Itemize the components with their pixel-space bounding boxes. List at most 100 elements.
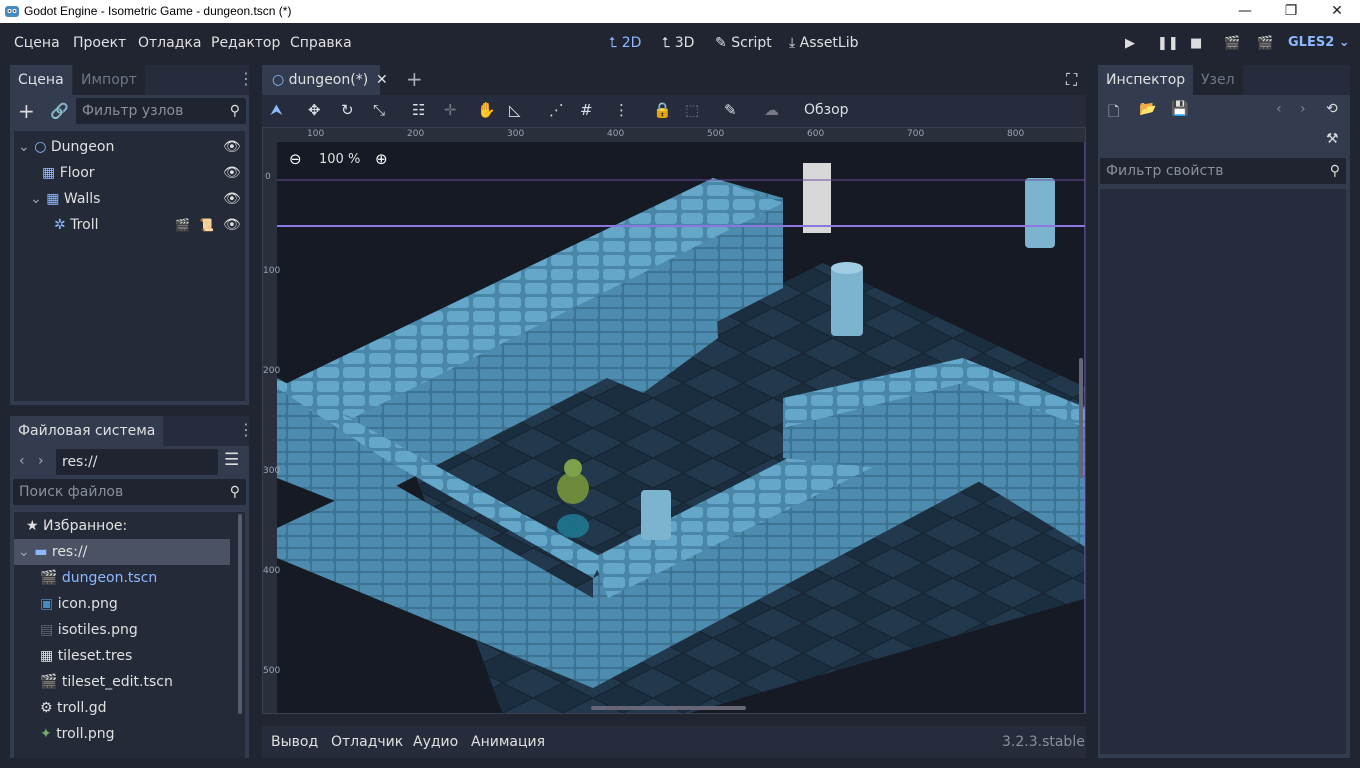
window-title-bar: Godot Engine - Isometric Game - dungeon.… bbox=[0, 0, 1360, 23]
object-properties-icon[interactable]: ⚒ bbox=[1326, 131, 1339, 147]
renderer-select[interactable]: GLES2 ⌄ bbox=[1288, 35, 1350, 50]
add-node-icon[interactable]: + bbox=[18, 99, 35, 123]
group-icon[interactable]: ⬚ bbox=[685, 101, 699, 119]
minimize-button[interactable]: — bbox=[1222, 0, 1268, 23]
file-item[interactable]: ✦ troll.png bbox=[40, 721, 115, 747]
close-tab-icon[interactable]: ✕ bbox=[376, 65, 388, 95]
select-tool-icon[interactable]: ⮝ bbox=[270, 101, 283, 119]
folder-icon: ▬ bbox=[34, 544, 48, 560]
split-mode-icon[interactable]: ☰ bbox=[224, 450, 239, 470]
tab-animation[interactable]: Анимация bbox=[471, 734, 545, 750]
tab-node[interactable]: Узел bbox=[1193, 65, 1243, 95]
gear-icon: ⚙ bbox=[40, 700, 53, 716]
visibility-eye-icon[interactable]: 👁 bbox=[223, 186, 241, 212]
pause-icon[interactable]: ❚❚ bbox=[1157, 36, 1179, 51]
zoom-in-icon[interactable]: ⊕ bbox=[375, 150, 388, 168]
tree-node-floor[interactable]: ▦ Floor 👁 bbox=[42, 160, 243, 186]
file-item[interactable]: ⚙ troll.gd bbox=[40, 695, 107, 721]
workspace-script-button[interactable]: ✎ Script bbox=[715, 35, 772, 51]
move-tool-icon[interactable]: ✥ bbox=[308, 101, 321, 119]
tab-inspector[interactable]: Инспектор bbox=[1098, 65, 1194, 95]
fs-path-field[interactable]: res:// bbox=[56, 449, 218, 475]
distraction-free-icon[interactable]: ⛶ bbox=[1066, 70, 1077, 90]
snap-options-icon[interactable]: ⋮ bbox=[614, 101, 629, 119]
scene-dock-body: + 🔗 Фильтр узлов ⚲ ⌄ ○ Dungeon 👁 ▦ Floor… bbox=[10, 95, 249, 405]
history-icon[interactable]: ⟲ bbox=[1326, 101, 1338, 117]
menu-scene[interactable]: Сцена bbox=[14, 35, 60, 51]
tab-output[interactable]: Вывод bbox=[271, 734, 318, 750]
tree-node-walls[interactable]: ⌄ ▦ Walls 👁 bbox=[30, 186, 243, 212]
visibility-eye-icon[interactable]: 👁 bbox=[223, 160, 241, 186]
view-menu-button[interactable]: Обзор bbox=[804, 102, 849, 118]
vertical-scrollbar[interactable] bbox=[1079, 358, 1083, 478]
file-item[interactable]: ▤ isotiles.png bbox=[40, 617, 138, 643]
history-back-icon[interactable]: ‹ bbox=[1276, 101, 1282, 117]
file-item[interactable]: ▣ icon.png bbox=[40, 591, 118, 617]
horizontal-scrollbar[interactable] bbox=[591, 706, 746, 710]
property-filter-input[interactable]: Фильтр свойств ⚲ bbox=[1100, 158, 1346, 184]
lock-icon[interactable]: 🔒 bbox=[653, 101, 672, 119]
tree-node-troll[interactable]: ✲ Troll 🎬 📜 👁 bbox=[54, 212, 243, 238]
file-item[interactable]: 🎬 tileset_edit.tscn bbox=[40, 669, 173, 695]
grid-snap-icon[interactable]: # bbox=[580, 101, 593, 119]
zoom-out-icon[interactable]: ⊖ bbox=[289, 150, 302, 168]
rotate-tool-icon[interactable]: ↻ bbox=[341, 101, 354, 119]
menu-help[interactable]: Справка bbox=[290, 35, 352, 51]
instance-scene-icon[interactable]: 🎬 bbox=[175, 212, 190, 238]
close-window-button[interactable]: ✕ bbox=[1314, 0, 1360, 23]
workspace-2d-button[interactable]: ⮤ 2D bbox=[609, 35, 641, 51]
smart-snap-icon[interactable]: ⋰ bbox=[549, 101, 564, 119]
open-folder-icon[interactable]: 📂 bbox=[1139, 101, 1156, 117]
maximize-button[interactable]: ❐ bbox=[1268, 0, 1314, 23]
tab-audio[interactable]: Аудио bbox=[413, 734, 458, 750]
res-root-item[interactable]: ⌄ ▬ res:// bbox=[14, 539, 230, 565]
workspace-assetlib-button[interactable]: ⤓ AssetLib bbox=[789, 35, 859, 51]
link-icon[interactable]: 🔗 bbox=[50, 102, 69, 120]
visibility-eye-icon[interactable]: 👁 bbox=[223, 212, 241, 238]
pan-tool-icon[interactable]: ✋ bbox=[477, 101, 496, 119]
visibility-eye-icon[interactable]: 👁 bbox=[223, 134, 241, 160]
forward-arrow-icon[interactable]: › bbox=[38, 453, 44, 469]
scene-dock-menu-icon[interactable]: ⋮ bbox=[238, 69, 254, 88]
file-item[interactable]: 🎬 dungeon.tscn bbox=[40, 565, 157, 591]
scale-tool-icon[interactable]: ⤡ bbox=[373, 101, 385, 119]
scene-tab-dungeon[interactable]: ○ dungeon(*) ✕ bbox=[262, 65, 388, 95]
tree-node-dungeon[interactable]: ⌄ ○ Dungeon 👁 bbox=[18, 134, 243, 160]
ruler-tool-icon[interactable]: ◺ bbox=[509, 101, 521, 119]
file-tree-scrollbar[interactable] bbox=[238, 514, 242, 714]
play-icon[interactable]: ▶ bbox=[1125, 36, 1135, 51]
stop-icon[interactable]: ■ bbox=[1190, 36, 1202, 51]
save-icon[interactable]: 💾 bbox=[1171, 101, 1188, 117]
tab-debugger[interactable]: Отладчик bbox=[331, 734, 403, 750]
back-arrow-icon[interactable]: ‹ bbox=[19, 453, 25, 469]
bones-icon[interactable]: ✎ bbox=[724, 101, 737, 119]
tab-import[interactable]: Импорт bbox=[73, 65, 145, 95]
new-resource-icon[interactable]: 🗋 bbox=[1108, 101, 1119, 125]
camera-icon[interactable]: ☁ bbox=[764, 101, 779, 119]
canvas-viewport[interactable]: 100 200 300 400 500 600 700 800 0 100 20… bbox=[262, 127, 1086, 714]
menu-editor[interactable]: Редактор bbox=[211, 35, 280, 51]
pivot-tool-icon[interactable]: ✛ bbox=[444, 101, 457, 119]
zoom-level[interactable]: 100 % bbox=[319, 152, 360, 167]
play-scene-icon[interactable]: 🎬 bbox=[1224, 36, 1240, 51]
tab-filesystem[interactable]: Файловая система bbox=[10, 416, 164, 446]
play-custom-scene-icon[interactable]: 🎬 bbox=[1257, 36, 1273, 51]
vertical-ruler[interactable] bbox=[263, 128, 277, 713]
horizontal-ruler[interactable] bbox=[263, 128, 1085, 142]
favorites-item[interactable]: ★ Избранное: bbox=[26, 513, 127, 539]
file-search-input[interactable]: Поиск файлов ⚲ bbox=[13, 479, 246, 505]
menu-debug[interactable]: Отладка bbox=[138, 35, 201, 51]
file-label: tileset.tres bbox=[57, 648, 133, 664]
node-filter-input[interactable]: Фильтр узлов ⚲ bbox=[76, 98, 246, 124]
script-attached-icon[interactable]: 📜 bbox=[199, 212, 214, 238]
menu-project[interactable]: Проект bbox=[73, 35, 126, 51]
inspector-dock: Инспектор Узел 🗋 📂 💾 ‹ › ⟲ ⚒ Фильтр свой… bbox=[1098, 65, 1350, 758]
new-tab-icon[interactable]: + bbox=[406, 67, 423, 91]
file-label: dungeon.tscn bbox=[61, 570, 158, 586]
tab-scene[interactable]: Сцена bbox=[10, 65, 72, 95]
file-item[interactable]: ▦ tileset.tres bbox=[40, 643, 132, 669]
list-select-icon[interactable]: ☷ bbox=[412, 101, 425, 119]
workspace-3d-button[interactable]: ⮤ 3D bbox=[662, 35, 694, 51]
fs-dock-menu-icon[interactable]: ⋮ bbox=[238, 420, 254, 439]
history-forward-icon[interactable]: › bbox=[1300, 101, 1306, 117]
